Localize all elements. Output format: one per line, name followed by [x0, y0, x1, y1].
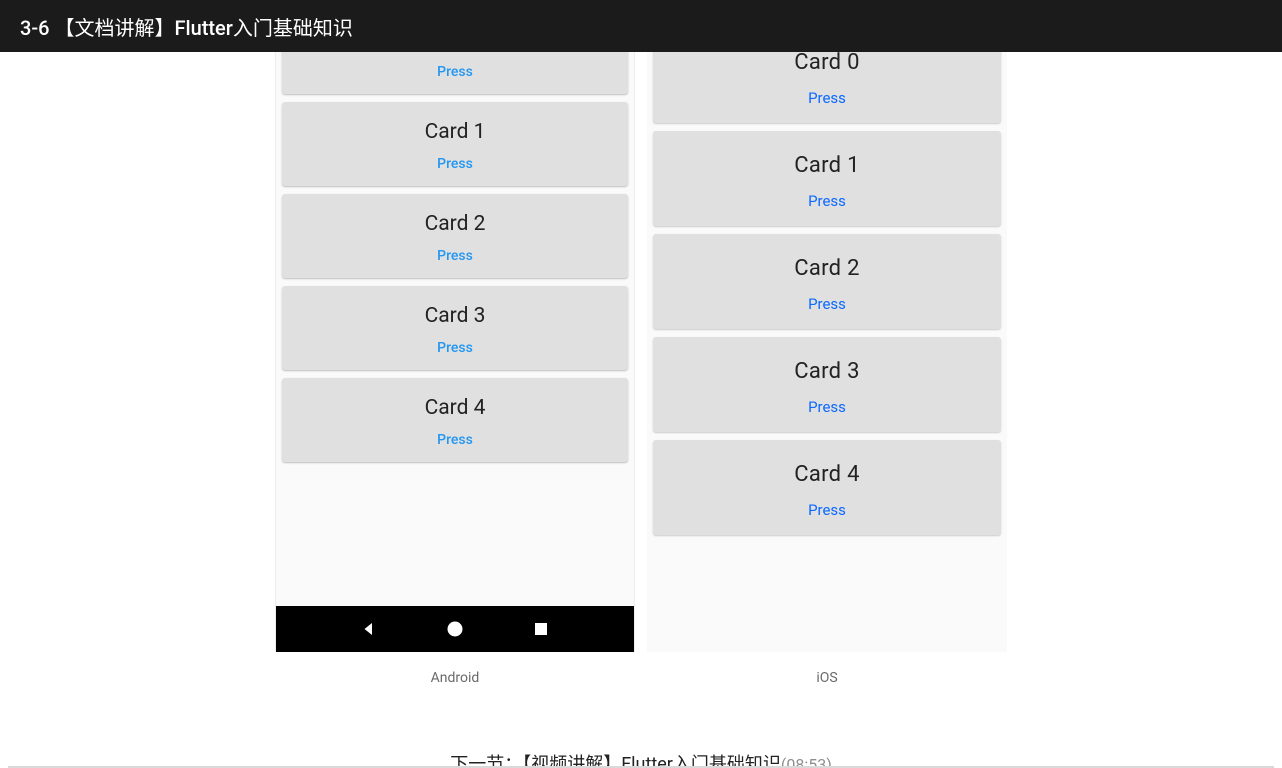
list-item: Card 3 Press	[653, 337, 1001, 432]
back-icon[interactable]	[360, 620, 378, 638]
android-device-frame: Card 0 Press Card 1 Press Card 2 Press	[275, 52, 635, 652]
card-title: Card 4	[282, 396, 628, 420]
page-header: 3-6 【文档讲解】Flutter入门基础知识	[0, 0, 1282, 52]
ios-card-list-inner: Card 0 Press Card 1 Press Card 2 Press	[653, 52, 1001, 535]
android-label: Android	[431, 670, 480, 686]
android-card-list[interactable]: Card 0 Press Card 1 Press Card 2 Press	[276, 52, 634, 606]
press-button[interactable]: Press	[282, 248, 628, 264]
press-button[interactable]: Press	[282, 340, 628, 356]
press-button[interactable]: Press	[653, 501, 1001, 519]
list-item: Card 3 Press	[282, 286, 628, 370]
ios-device-frame: Card 0 Press Card 1 Press Card 2 Press	[647, 52, 1007, 652]
card-title: Card 1	[653, 153, 1001, 178]
card-title: Card 2	[282, 212, 628, 236]
ios-column: Card 0 Press Card 1 Press Card 2 Press	[647, 52, 1007, 686]
card-title: Card 3	[653, 359, 1001, 384]
press-button[interactable]: Press	[282, 64, 628, 80]
android-card-list-inner: Card 0 Press Card 1 Press Card 2 Press	[282, 52, 628, 462]
list-item: Card 0 Press	[653, 52, 1001, 123]
press-button[interactable]: Press	[282, 156, 628, 172]
list-item: Card 2 Press	[282, 194, 628, 278]
home-icon[interactable]	[445, 619, 465, 639]
list-item: Card 0 Press	[282, 52, 628, 94]
list-item: Card 1 Press	[282, 102, 628, 186]
card-title: Card 4	[653, 462, 1001, 487]
card-title: Card 0	[653, 52, 1001, 75]
android-column: Card 0 Press Card 1 Press Card 2 Press	[275, 52, 635, 686]
press-button[interactable]: Press	[653, 89, 1001, 107]
list-item: Card 1 Press	[653, 131, 1001, 226]
press-button[interactable]: Press	[282, 432, 628, 448]
list-item: Card 4 Press	[282, 378, 628, 462]
ios-card-list[interactable]: Card 0 Press Card 1 Press Card 2 Press	[647, 52, 1007, 559]
content-area: Card 0 Press Card 1 Press Card 2 Press	[0, 52, 1282, 768]
ios-label: iOS	[816, 670, 837, 686]
device-mockups: Card 0 Press Card 1 Press Card 2 Press	[0, 52, 1282, 686]
android-nav-bar	[276, 606, 634, 652]
recent-apps-icon[interactable]	[532, 620, 550, 638]
card-title: Card 1	[282, 120, 628, 144]
list-item: Card 4 Press	[653, 440, 1001, 535]
card-title: Card 3	[282, 304, 628, 328]
press-button[interactable]: Press	[653, 192, 1001, 210]
card-title: Card 2	[653, 256, 1001, 281]
press-button[interactable]: Press	[653, 398, 1001, 416]
list-item: Card 2 Press	[653, 234, 1001, 329]
press-button[interactable]: Press	[653, 295, 1001, 313]
page-title: 3-6 【文档讲解】Flutter入门基础知识	[20, 12, 353, 41]
